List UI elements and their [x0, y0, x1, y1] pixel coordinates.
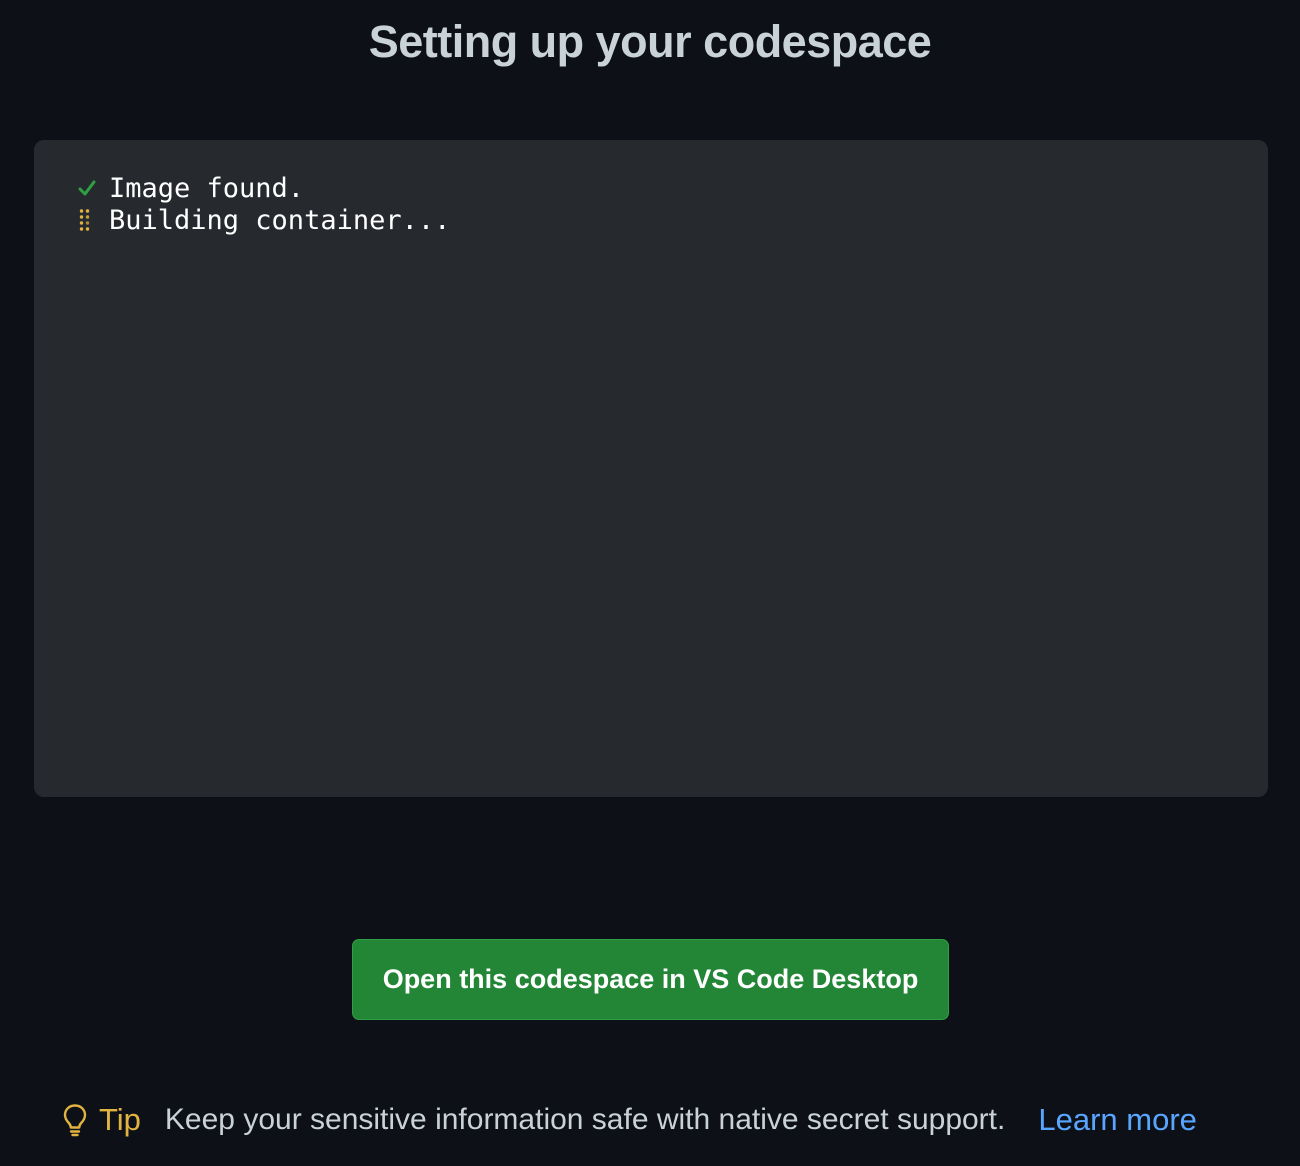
page-title: Setting up your codespace: [368, 16, 932, 67]
tip-banner: Tip Keep your sensitive information safe…: [62, 1100, 1197, 1140]
log-line-building-container: Building container...: [78, 204, 1268, 236]
open-in-vscode-desktop-button[interactable]: Open this codespace in VS Code Desktop: [352, 939, 949, 1020]
log-line-text: Image found.: [109, 172, 305, 204]
lightbulb-icon: [62, 1103, 88, 1137]
log-line-text: Building container...: [109, 204, 451, 236]
learn-more-link[interactable]: Learn more: [1038, 1102, 1197, 1138]
spinner-icon: [78, 208, 100, 232]
check-icon: [78, 176, 100, 200]
setup-log-panel: Image found. Building container...: [34, 140, 1268, 797]
tip-label: Tip: [99, 1102, 141, 1137]
tip-text: Keep your sensitive information safe wit…: [164, 1103, 1006, 1136]
log-line-image-found: Image found.: [78, 172, 1268, 204]
